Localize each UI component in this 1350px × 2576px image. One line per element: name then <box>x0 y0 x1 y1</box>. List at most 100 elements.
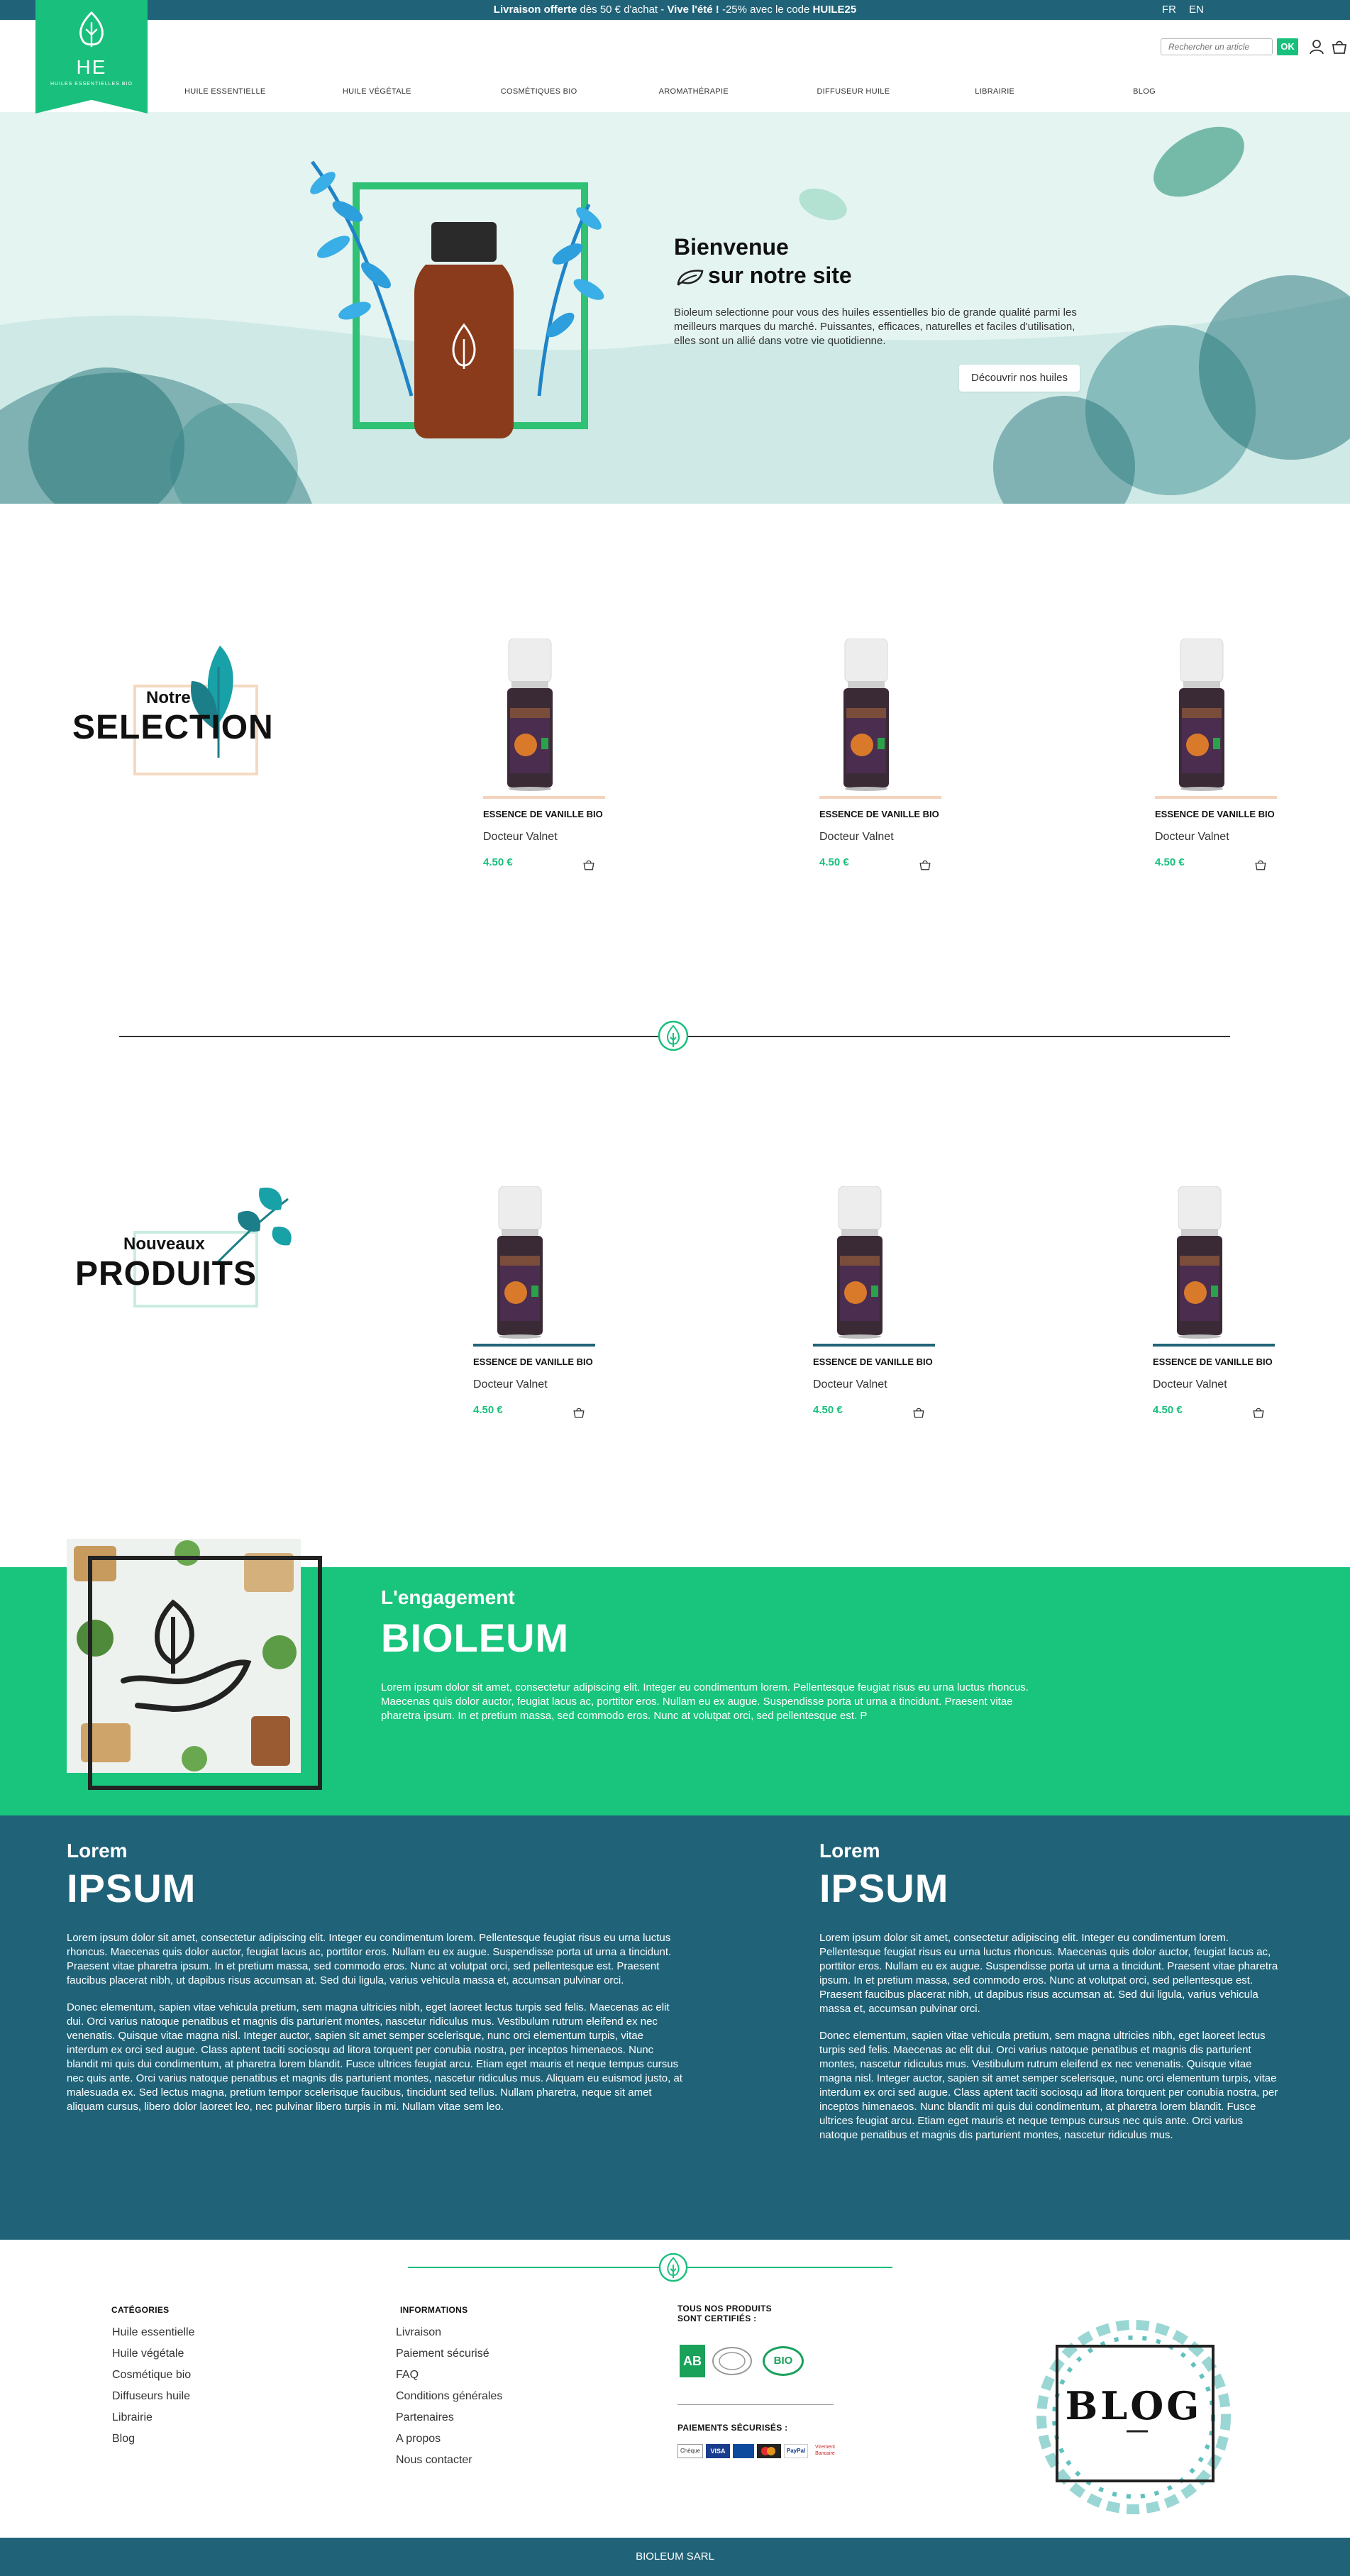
essential-oil-bottle-image[interactable] <box>1174 1186 1225 1339</box>
leaf-divider-icon <box>658 2252 688 2282</box>
nav-huile-essentielle[interactable]: HUILE ESSENTIELLE <box>184 87 343 96</box>
bio-certification-logo: BIO <box>763 2346 804 2376</box>
footer-link[interactable]: Librairie <box>112 2411 195 2433</box>
main-nav: HUILE ESSENTIELLE HUILE VÉGÉTALE COSMÉTI… <box>184 87 1291 96</box>
footer-link[interactable]: Paiement sécurisé <box>396 2348 502 2369</box>
product-info: ESSENCE DE VANILLE BIO Docteur Valnet 4.50… <box>1153 1356 1295 1416</box>
user-icon[interactable] <box>1308 38 1325 55</box>
logo-letters: HE <box>76 56 107 78</box>
lorem-right-paragraph-1: Lorem ipsum dolor sit amet, consectetur … <box>819 1932 1278 2015</box>
blog-title: BLOG <box>1065 2383 1202 2428</box>
footer-categories-title: CATÉGORIES <box>111 2305 170 2315</box>
discover-oils-button[interactable]: Découvrir nos huiles <box>959 365 1080 392</box>
logo[interactable]: HE HUILES ESSENTIELLES BIO <box>35 0 148 114</box>
add-to-cart-icon[interactable] <box>912 1406 925 1419</box>
nav-diffuseur-huile[interactable]: DIFFUSEUR HUILE <box>817 87 975 96</box>
copyright-bar: BIOLEUM SARL <box>0 2538 1350 2576</box>
leaf-icon <box>677 270 704 286</box>
footer-link[interactable]: A propos <box>396 2433 502 2454</box>
leaf-logo-icon <box>79 11 104 48</box>
product-info: ESSENCE DE VANILLE BIO Docteur Valnet 4.50… <box>813 1356 955 1416</box>
hero-subtitle: sur notre site <box>708 262 852 288</box>
product-name[interactable]: ESSENCE DE VANILLE BIO <box>813 1356 955 1367</box>
essential-oil-bottle-image[interactable] <box>1176 639 1227 791</box>
product-name[interactable]: ESSENCE DE VANILLE BIO <box>819 809 961 819</box>
selection-title-big: SELECTION <box>72 709 274 746</box>
product-brand: Docteur Valnet <box>473 1378 548 1391</box>
lorem-left-title-small: Lorem <box>67 1840 128 1862</box>
lorem-right-title-small: Lorem <box>819 1840 880 1862</box>
footer-link[interactable]: Huile essentielle <box>112 2326 195 2348</box>
product-price: 4.50 € <box>1155 856 1185 868</box>
cart-icon[interactable] <box>1331 38 1348 55</box>
add-to-cart-icon[interactable] <box>1252 1406 1265 1419</box>
footer-link[interactable]: Diffuseurs huile <box>112 2390 195 2411</box>
footer: CATÉGORIES Huile essentielle Huile végét… <box>0 2240 1350 2538</box>
product-name[interactable]: ESSENCE DE VANILLE BIO <box>483 809 625 819</box>
add-to-cart-icon[interactable] <box>1254 858 1267 871</box>
footer-link[interactable]: FAQ <box>396 2369 502 2390</box>
promo-text: Livraison offerte dès 50 € d'achat - Viv… <box>493 4 857 16</box>
nav-librairie[interactable]: LIBRAIRIE <box>975 87 1133 96</box>
engagement-title-small: L'engagement <box>381 1586 515 1608</box>
nav-huile-vegetale[interactable]: HUILE VÉGÉTALE <box>343 87 501 96</box>
footer-link[interactable]: Livraison <box>396 2326 502 2348</box>
add-to-cart-icon[interactable] <box>572 1406 585 1419</box>
product-accent-line <box>819 796 941 799</box>
search-button[interactable]: OK <box>1277 38 1298 55</box>
engagement-text: Lorem ipsum dolor sit amet, consectetur … <box>381 1681 1029 1722</box>
lorem-left-title-big: IPSUM <box>67 1866 197 1911</box>
lorem-right-paragraph-2: Donec elementum, sapien vitae vehicula p… <box>819 2030 1278 2141</box>
essential-oil-bottle-image[interactable] <box>494 1186 546 1339</box>
footer-link[interactable]: Blog <box>112 2433 195 2454</box>
cb-card-icon <box>733 2444 754 2458</box>
selection-title-small: Notre <box>146 688 191 707</box>
nav-blog[interactable]: BLOG <box>1133 87 1291 96</box>
footer-info-title: INFORMATIONS <box>400 2305 468 2315</box>
lorem-column-right: Lorem IPSUM Lorem ipsum dolor sit amet, … <box>819 1840 1280 2143</box>
product-info: ESSENCE DE VANILLE BIO Docteur Valnet 4.50… <box>1155 809 1297 868</box>
footer-link[interactable]: Nous contacter <box>396 2454 502 2475</box>
product-brand: Docteur Valnet <box>1153 1378 1227 1391</box>
footer-link[interactable]: Huile végétale <box>112 2348 195 2369</box>
product-name[interactable]: ESSENCE DE VANILLE BIO <box>473 1356 615 1367</box>
lang-en-link[interactable]: EN <box>1189 4 1204 16</box>
nav-aromatherapie[interactable]: AROMATHÉRAPIE <box>659 87 817 96</box>
hero-title: Bienvenue <box>674 234 789 260</box>
secure-payments-title: PAIEMENTS SÉCURISÉS : <box>677 2423 788 2433</box>
product-accent-line <box>1155 796 1277 799</box>
product-brand: Docteur Valnet <box>813 1378 887 1391</box>
product-brand: Docteur Valnet <box>483 831 558 843</box>
mastercard-icon <box>757 2444 781 2458</box>
essential-oil-bottle-image[interactable] <box>841 639 892 791</box>
language-switcher: FR EN <box>1162 4 1217 16</box>
product-price: 4.50 € <box>483 856 513 868</box>
footer-divider <box>408 2267 892 2268</box>
paypal-logo: PayPal <box>784 2444 808 2458</box>
product-info: ESSENCE DE VANILLE BIO Docteur Valnet 4.50… <box>819 809 961 868</box>
product-name[interactable]: ESSENCE DE VANILLE BIO <box>1153 1356 1295 1367</box>
footer-link[interactable]: Conditions générales <box>396 2390 502 2411</box>
certified-title: TOUS NOS PRODUITS SONT CERTIFIÉS : <box>677 2304 772 2323</box>
essential-oil-bottle-image[interactable] <box>504 639 555 791</box>
product-price: 4.50 € <box>813 1404 843 1416</box>
lorem-left-paragraph-2: Donec elementum, sapien vitae vehicula p… <box>67 2001 682 2113</box>
lang-fr-link[interactable]: FR <box>1162 4 1176 16</box>
product-name[interactable]: ESSENCE DE VANILLE BIO <box>1155 809 1297 819</box>
nav-cosmetiques-bio[interactable]: COSMÉTIQUES BIO <box>501 87 659 96</box>
blog-badge[interactable]: BLOG <box>1006 2311 1261 2524</box>
engagement-title-big: BIOLEUM <box>381 1615 570 1660</box>
footer-link[interactable]: Cosmétique bio <box>112 2369 195 2390</box>
logo-tagline: HUILES ESSENTIELLES BIO <box>50 82 133 87</box>
product-info: ESSENCE DE VANILLE BIO Docteur Valnet 4.50… <box>473 1356 615 1416</box>
add-to-cart-icon[interactable] <box>919 858 931 871</box>
bank-transfer-logo: Virement Bancaire <box>815 2445 835 2456</box>
footer-link[interactable]: Partenaires <box>396 2411 502 2433</box>
lorem-section: Lorem IPSUM Lorem ipsum dolor sit amet, … <box>0 1815 1350 2240</box>
hero-intro: Bioleum selectionne pour vous des huiles… <box>674 306 1077 347</box>
engagement-section: L'engagement BIOLEUM Lorem ipsum dolor s… <box>0 1539 1350 1815</box>
essential-oil-bottle-image[interactable] <box>834 1186 885 1339</box>
footer-categories-list: Huile essentielle Huile végétale Cosméti… <box>112 2326 195 2454</box>
search-input[interactable] <box>1161 38 1273 55</box>
add-to-cart-icon[interactable] <box>582 858 595 871</box>
